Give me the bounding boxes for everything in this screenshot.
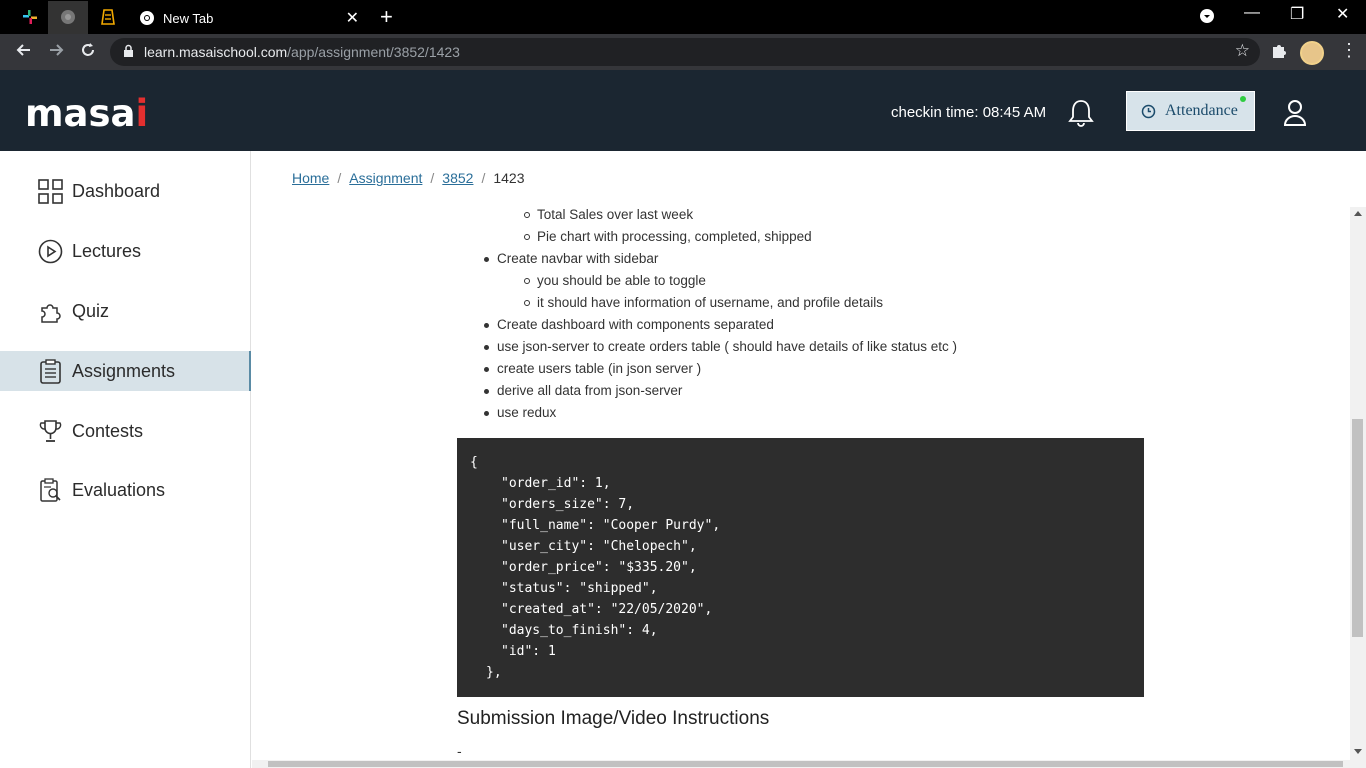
- submission-heading: Submission Image/Video Instructions: [457, 708, 770, 729]
- sidebar-item-contests[interactable]: Contests: [0, 411, 251, 451]
- list-item: derive all data from json-server: [484, 383, 682, 398]
- inactive-tab[interactable]: [48, 1, 88, 34]
- restore-icon[interactable]: ❐: [1290, 4, 1304, 24]
- list-item: Create navbar with sidebar: [484, 251, 658, 266]
- code-line: "id": 1: [501, 644, 556, 659]
- back-icon[interactable]: [15, 41, 33, 64]
- code-line: "days_to_finish": 4,: [501, 623, 658, 638]
- code-line: "order_id": 1,: [501, 476, 611, 491]
- sidebar: Dashboard Lectures Quiz Assignments Cont…: [0, 151, 251, 768]
- list-item: create users table (in json server ): [484, 361, 701, 376]
- breadcrumb-separator: /: [337, 170, 342, 186]
- scrollbar-thumb[interactable]: [1352, 419, 1363, 637]
- code-block: { "order_id": 1, "orders_size": 7, "full…: [457, 438, 1144, 697]
- sidebar-item-label: Quiz: [72, 300, 110, 321]
- puzzle-icon: [38, 299, 63, 324]
- profile-avatar[interactable]: [1300, 41, 1324, 65]
- browser-tab-bar: New Tab ✕ + — ❐ ✕: [0, 0, 1366, 34]
- url-field[interactable]: learn.masaischool.com/app/assignment/385…: [110, 38, 1260, 66]
- bookmark-star-icon[interactable]: ☆: [1235, 41, 1250, 61]
- code-line: },: [486, 665, 502, 680]
- attendance-label: Attendance: [1165, 102, 1238, 119]
- breadcrumb-assignment[interactable]: Assignment: [349, 170, 422, 186]
- scroll-down-arrow[interactable]: [1354, 749, 1362, 754]
- checkin-time: checkin time: 08:45 AM: [891, 104, 1047, 121]
- chrome-icon: [139, 10, 155, 31]
- code-line: "orders_size": 7,: [501, 497, 635, 512]
- breadcrumb: Home / Assignment / 3852 / 1423: [292, 170, 525, 186]
- sidebar-item-label: Contests: [72, 420, 144, 441]
- code-line: {: [470, 455, 478, 470]
- lock-icon: [123, 44, 134, 63]
- globe-tab-icon: [58, 7, 78, 27]
- sidebar-item-assignments[interactable]: Assignments: [0, 351, 251, 391]
- trophy-icon: [38, 419, 63, 444]
- list-item: you should be able to toggle: [524, 273, 706, 288]
- breadcrumb-separator: /: [481, 170, 486, 186]
- sidebar-item-lectures[interactable]: Lectures: [0, 231, 251, 271]
- list-item: use json-server to create orders table (…: [484, 339, 957, 354]
- minimize-icon[interactable]: —: [1244, 4, 1260, 22]
- new-tab-icon[interactable]: +: [380, 4, 393, 30]
- list-item: Create dashboard with components separat…: [484, 317, 774, 332]
- tab-search-icon[interactable]: [1199, 8, 1215, 29]
- attendance-button[interactable]: Attendance: [1126, 91, 1255, 131]
- clipboard-icon: [38, 359, 63, 384]
- tab-new-tab[interactable]: New Tab ✕: [127, 2, 367, 34]
- breadcrumb-current: 1423: [493, 170, 525, 186]
- sidebar-item-label: Evaluations: [72, 479, 166, 500]
- play-circle-icon: [38, 239, 63, 264]
- evaluation-icon: [38, 478, 63, 503]
- extensions-puzzle-icon[interactable]: [1270, 42, 1288, 65]
- main-content: Home / Assignment / 3852 / 1423 Total Sales ov…: [252, 151, 1350, 768]
- sidebar-item-dashboard[interactable]: Dashboard: [0, 171, 251, 211]
- code-line: "full_name": "Cooper Purdy",: [501, 518, 721, 533]
- sidebar-item-evaluations[interactable]: Evaluations: [0, 470, 251, 510]
- tab-close-icon[interactable]: ✕: [346, 8, 359, 28]
- doc-tab-icon[interactable]: [98, 7, 118, 27]
- vertical-scrollbar[interactable]: [1350, 207, 1366, 768]
- list-item: Pie chart with processing, completed, sh…: [524, 229, 812, 244]
- grid-icon: [38, 179, 63, 204]
- sidebar-item-label: Assignments: [72, 360, 176, 381]
- reload-icon[interactable]: [79, 41, 97, 64]
- forward-icon[interactable]: [47, 41, 65, 64]
- address-bar: learn.masaischool.com/app/assignment/385…: [0, 34, 1366, 70]
- code-line: "user_city": "Chelopech",: [501, 539, 697, 554]
- horizontal-scrollbar[interactable]: [252, 760, 1350, 768]
- sidebar-item-label: Lectures: [72, 240, 142, 261]
- list-item: Total Sales over last week: [524, 207, 693, 222]
- bell-icon[interactable]: [1067, 98, 1095, 133]
- sidebar-item-quiz[interactable]: Quiz: [0, 291, 251, 331]
- list-item: use redux: [484, 405, 556, 420]
- code-line: "order_price": "$335.20",: [501, 560, 697, 575]
- breadcrumb-3852[interactable]: 3852: [442, 170, 473, 186]
- browser-menu-icon[interactable]: ⋮: [1340, 40, 1358, 61]
- code-line: "status": "shipped",: [501, 581, 658, 596]
- scrollbar-thumb[interactable]: [268, 761, 1343, 767]
- sidebar-item-label: Dashboard: [72, 180, 161, 201]
- tab-title: New Tab: [163, 10, 214, 26]
- url-text: learn.masaischool.com/app/assignment/385…: [144, 44, 460, 60]
- code-line: "created_at": "22/05/2020",: [501, 602, 713, 617]
- slack-tab-icon[interactable]: [20, 7, 40, 27]
- user-icon[interactable]: [1283, 99, 1307, 132]
- scroll-up-arrow[interactable]: [1354, 211, 1362, 216]
- list-item: it should have information of username, …: [524, 295, 883, 310]
- masai-logo[interactable]: masai: [25, 92, 148, 135]
- breadcrumb-separator: /: [430, 170, 435, 186]
- submission-text: -: [457, 743, 462, 759]
- window-close-icon[interactable]: ✕: [1336, 4, 1349, 24]
- breadcrumb-home[interactable]: Home: [292, 170, 329, 186]
- online-status-dot: [1240, 96, 1246, 102]
- clock-icon: [1141, 104, 1156, 124]
